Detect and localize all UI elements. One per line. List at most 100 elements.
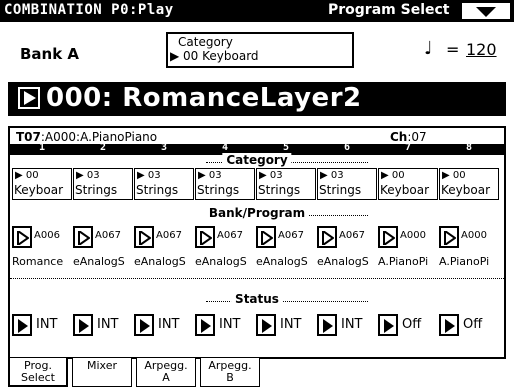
timbre-status-select[interactable]: Off bbox=[378, 314, 438, 336]
category-name: Strings bbox=[75, 183, 118, 197]
timbre-program-select[interactable]: A000 bbox=[378, 226, 438, 248]
combination-popup-button[interactable] bbox=[18, 87, 40, 109]
timbre-number: 7 bbox=[404, 142, 412, 153]
program-popup-button[interactable] bbox=[256, 226, 276, 248]
category-select-value: ▶ 00 Keyboard bbox=[170, 49, 259, 63]
category-number: ▶ 03 bbox=[76, 170, 100, 181]
timbre-category-button[interactable]: ▶ 03 Strings bbox=[73, 168, 133, 200]
timbre-program-select[interactable]: A067 bbox=[256, 226, 316, 248]
title-bar: COMBINATION P0:Play Program Select bbox=[0, 0, 514, 22]
triangle-right-icon bbox=[384, 319, 394, 333]
category-number: ▶ 00 bbox=[381, 170, 405, 181]
status-popup-button[interactable] bbox=[134, 314, 154, 336]
triangle-right-icon bbox=[140, 319, 150, 333]
tab-arpegg-b[interactable]: Arpegg. B bbox=[200, 358, 260, 387]
timbre-category-button[interactable]: ▶ 03 Strings bbox=[134, 168, 194, 200]
status-popup-button[interactable] bbox=[195, 314, 215, 336]
program-popup-button[interactable] bbox=[12, 226, 32, 248]
category-name: Strings bbox=[136, 183, 179, 197]
program-name: eAnalogS bbox=[317, 255, 369, 268]
status-popup-button[interactable] bbox=[439, 314, 459, 336]
program-name: A.PianoPi bbox=[378, 255, 429, 268]
program-popup-button[interactable] bbox=[317, 226, 337, 248]
category-number: ▶ 03 bbox=[259, 170, 283, 181]
timbre-program-select[interactable]: A006 bbox=[12, 226, 72, 248]
timbre-category-button[interactable]: ▶ 03 Strings bbox=[256, 168, 316, 200]
program-name: Romance bbox=[12, 255, 64, 268]
timbre-program-select[interactable]: A067 bbox=[317, 226, 377, 248]
program-bank-number: A067 bbox=[156, 230, 182, 241]
triangle-right-icon bbox=[201, 319, 211, 333]
program-popup-button[interactable] bbox=[195, 226, 215, 248]
status-popup-button[interactable] bbox=[256, 314, 276, 336]
timbre-status-select[interactable]: Off bbox=[439, 314, 499, 336]
tab-arpegg-a[interactable]: Arpegg. A bbox=[136, 358, 196, 387]
program-name: A.PianoPi bbox=[439, 255, 490, 268]
page-menu-button[interactable] bbox=[460, 1, 512, 21]
status-popup-button[interactable] bbox=[378, 314, 398, 336]
program-popup-button[interactable] bbox=[134, 226, 154, 248]
bank-program-section-label: Bank/Program bbox=[204, 206, 310, 220]
timbre-number: 2 bbox=[99, 142, 107, 153]
category-number: ▶ 03 bbox=[320, 170, 344, 181]
program-popup-button[interactable] bbox=[439, 226, 459, 248]
triangle-right-icon bbox=[445, 319, 455, 333]
status-value: INT bbox=[158, 317, 180, 332]
status-popup-button[interactable] bbox=[12, 314, 32, 336]
category-section-header: Category bbox=[10, 153, 504, 168]
timbre-status-select[interactable]: INT bbox=[317, 314, 377, 336]
program-bank-number: A067 bbox=[217, 230, 243, 241]
triangle-right-icon bbox=[444, 231, 456, 245]
status-section-header: Status bbox=[10, 292, 504, 307]
triangle-right-icon bbox=[18, 319, 28, 333]
status-value: Off bbox=[402, 317, 422, 332]
program-bank-number: A006 bbox=[34, 230, 60, 241]
timbre-program-select[interactable]: A067 bbox=[195, 226, 255, 248]
category-select[interactable]: Category ▶ 00 Keyboard bbox=[166, 32, 354, 68]
timbre-number: 6 bbox=[343, 142, 351, 153]
tempo-value[interactable]: 120 bbox=[466, 40, 497, 59]
timbre-status-select[interactable]: INT bbox=[73, 314, 133, 336]
status-popup-button[interactable] bbox=[317, 314, 337, 336]
status-popup-button[interactable] bbox=[73, 314, 93, 336]
page-title: Program Select bbox=[328, 2, 450, 18]
timbre-category-button[interactable]: ▶ 00 Keyboar bbox=[378, 168, 438, 200]
category-section-label: Category bbox=[222, 153, 292, 167]
program-bank-number: A067 bbox=[95, 230, 121, 241]
timbre-category-button[interactable]: ▶ 00 Keyboar bbox=[439, 168, 499, 200]
timbre-category-button[interactable]: ▶ 03 Strings bbox=[317, 168, 377, 200]
tab-prog-select[interactable]: Prog. Select bbox=[8, 358, 68, 387]
triangle-right-icon bbox=[261, 231, 273, 245]
combination-name: 000: RomanceLayer2 bbox=[46, 83, 362, 113]
timbre-number: 8 bbox=[465, 142, 473, 153]
triangle-right-icon bbox=[17, 231, 29, 245]
triangle-right-icon bbox=[24, 91, 36, 105]
category-name: Strings bbox=[319, 183, 362, 197]
timbre-status-select[interactable]: INT bbox=[256, 314, 316, 336]
divider bbox=[10, 278, 504, 279]
timbre-category-button[interactable]: ▶ 03 Strings bbox=[195, 168, 255, 200]
triangle-right-icon bbox=[79, 319, 89, 333]
status-value: INT bbox=[97, 317, 119, 332]
status-value: Off bbox=[463, 317, 483, 332]
category-name: Keyboar bbox=[14, 183, 64, 197]
triangle-right-icon bbox=[322, 231, 334, 245]
timbre-program-select[interactable]: A000 bbox=[439, 226, 499, 248]
timbre-number: 3 bbox=[160, 142, 168, 153]
timbre-status-select[interactable]: INT bbox=[195, 314, 255, 336]
category-number: ▶ 03 bbox=[198, 170, 222, 181]
timbre-category-button[interactable]: ▶ 00 Keyboar bbox=[12, 168, 72, 200]
timbre-number: 5 bbox=[282, 142, 290, 153]
combination-select[interactable]: 000: RomanceLayer2 bbox=[8, 82, 506, 116]
program-popup-button[interactable] bbox=[73, 226, 93, 248]
timbre-panel: T07:A000:A.PianoPiano Ch:07 1 2 3 4 5 6 … bbox=[8, 126, 506, 359]
mode-title: COMBINATION P0:Play bbox=[4, 2, 174, 18]
triangle-right-icon bbox=[383, 231, 395, 245]
timbre-program-select[interactable]: A067 bbox=[73, 226, 133, 248]
timbre-program-select[interactable]: A067 bbox=[134, 226, 194, 248]
timbre-status-select[interactable]: INT bbox=[12, 314, 72, 336]
program-popup-button[interactable] bbox=[378, 226, 398, 248]
tab-mixer[interactable]: Mixer bbox=[72, 358, 132, 387]
triangle-right-icon bbox=[323, 319, 333, 333]
timbre-status-select[interactable]: INT bbox=[134, 314, 194, 336]
